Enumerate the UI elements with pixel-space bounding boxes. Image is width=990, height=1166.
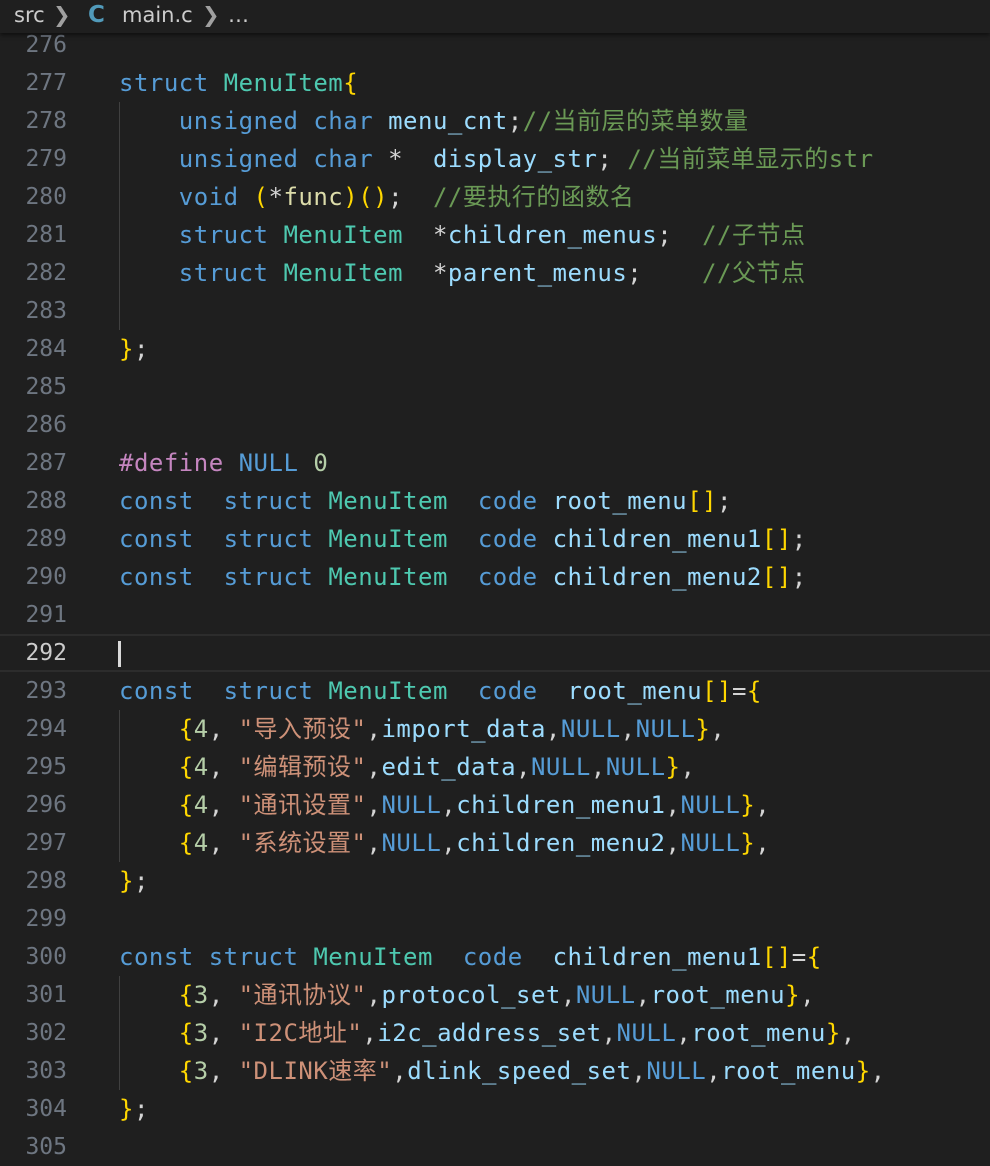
line-number: 277 [25,70,67,96]
code-line[interactable]: 280 void (*func)(); //要执行的函数名 [0,178,990,216]
line-number: 278 [25,108,67,134]
line-number: 303 [25,1058,67,1084]
line-number: 301 [25,982,67,1008]
line-number: 300 [25,944,67,970]
code-line[interactable]: 297 {4, "系统设置",NULL,children_menu2,NULL}… [0,824,990,862]
breadcrumb-folder[interactable]: src [14,1,45,29]
code-text: void (*func)(); //要执行的函数名 [178,183,635,211]
code-text: }; [119,335,149,363]
code-line[interactable]: 305 [0,1128,990,1166]
code-line[interactable]: 277 struct MenuItem{ [0,64,990,102]
line-number: 289 [25,526,67,552]
code-text: const struct MenuItem code children_menu… [119,563,807,591]
code-text: struct MenuItem *parent_menus; //父节点 [178,259,806,287]
line-number: 290 [25,564,67,590]
code-line[interactable]: 294 {4, "导入预设",import_data,NULL,NULL}, [0,710,990,748]
code-line[interactable]: 284}; [0,330,990,368]
line-number: 292 [25,640,67,666]
line-number: 282 [25,260,67,286]
code-text: unsigned char menu_cnt;//当前层的菜单数量 [178,107,749,135]
code-line[interactable]: 285 [0,368,990,406]
code-text: {4, "编辑预设",edit_data,NULL,NULL}, [178,753,696,781]
line-number: 286 [25,412,67,438]
line-number: 291 [25,602,67,628]
line-number: 296 [25,792,67,818]
code-text: const struct MenuItem code root_menu[]={ [119,677,762,705]
code-text: #define NULL 0 [119,449,329,477]
code-line[interactable]: 304}; [0,1090,990,1128]
code-text: {3, "通讯协议",protocol_set,NULL,root_menu}, [178,981,816,1009]
code-line[interactable]: 298}; [0,862,990,900]
line-number: 293 [25,678,67,704]
breadcrumb-symbols[interactable]: … [228,1,249,29]
code-text: struct MenuItem{ [119,69,359,97]
code-line[interactable]: 301 {3, "通讯协议",protocol_set,NULL,root_me… [0,976,990,1014]
line-number: 283 [25,298,67,324]
code-editor[interactable]: 276 277 struct MenuItem{278 unsigned char … [0,26,990,1166]
line-number: 302 [25,1020,67,1046]
code-text: }; [119,867,149,895]
line-number: 284 [25,336,67,362]
code-line[interactable]: 288 const struct MenuItem code root_menu[… [0,482,990,520]
code-line[interactable]: 300 const struct MenuItem code children_m… [0,938,990,976]
code-text: const struct MenuItem code children_menu… [119,943,822,971]
chevron-right-icon: ❯ [53,3,71,27]
line-number: 287 [25,450,67,476]
code-line[interactable]: 290 const struct MenuItem code children_m… [0,558,990,596]
line-number: 279 [25,146,67,172]
code-line[interactable]: 282 struct MenuItem *parent_menus; //父节点 [0,254,990,292]
code-line[interactable]: 281 struct MenuItem *children_menus; //子… [0,216,990,254]
line-number: 281 [25,222,67,248]
c-file-icon: C [88,2,105,28]
code-text: const struct MenuItem code root_menu[]; [119,487,732,515]
code-line[interactable]: 279 unsigned char * display_str; //当前菜单显… [0,140,990,178]
code-text: {4, "系统设置",NULL,children_menu2,NULL}, [178,829,771,857]
code-text: struct MenuItem *children_menus; //子节点 [178,221,806,249]
line-number: 299 [25,906,67,932]
code-line[interactable]: 296 {4, "通讯设置",NULL,children_menu1,NULL}… [0,786,990,824]
line-number: 298 [25,868,67,894]
code-line[interactable]: 302 {3, "I2C地址",i2c_address_set,NULL,roo… [0,1014,990,1052]
code-text: {4, "导入预设",import_data,NULL,NULL}, [178,715,726,743]
code-line[interactable]: 292 [0,634,990,672]
chevron-right-icon: ❯ [202,3,220,27]
code-text: }; [119,1095,149,1123]
code-line[interactable]: 287 #define NULL 0 [0,444,990,482]
code-line[interactable]: 278 unsigned char menu_cnt;//当前层的菜单数量 [0,102,990,140]
code-line[interactable]: 283 [0,292,990,330]
line-number: 304 [25,1096,67,1122]
line-number: 305 [25,1134,67,1160]
code-line[interactable]: 291 [0,596,990,634]
line-number: 294 [25,716,67,742]
code-text: unsigned char * display_str; //当前菜单显示的st… [178,145,874,173]
line-number: 285 [25,374,67,400]
code-line[interactable]: 295 {4, "编辑预设",edit_data,NULL,NULL}, [0,748,990,786]
code-text: {3, "I2C地址",i2c_address_set,NULL,root_me… [178,1019,856,1047]
code-text: {4, "通讯设置",NULL,children_menu1,NULL}, [178,791,771,819]
code-line[interactable]: 299 [0,900,990,938]
code-line[interactable]: 286 [0,406,990,444]
indent-guide [119,710,120,862]
breadcrumb-file[interactable]: main.c [122,1,193,29]
line-number: 295 [25,754,67,780]
breadcrumb: src ❯ C main.c ❯ … [0,0,990,33]
code-line[interactable]: 303 {3, "DLINK速率",dlink_speed_set,NULL,r… [0,1052,990,1090]
line-number: 297 [25,830,67,856]
text-cursor [118,641,121,667]
line-number: 288 [25,488,67,514]
code-line[interactable]: 289 const struct MenuItem code children_m… [0,520,990,558]
code-line[interactable]: 293 const struct MenuItem code root_menu[… [0,672,990,710]
indent-guide [119,976,120,1090]
code-text: {3, "DLINK速率",dlink_speed_set,NULL,root_… [178,1057,886,1085]
line-number: 280 [25,184,67,210]
code-text: const struct MenuItem code children_menu… [119,525,807,553]
indent-guide [119,102,120,330]
